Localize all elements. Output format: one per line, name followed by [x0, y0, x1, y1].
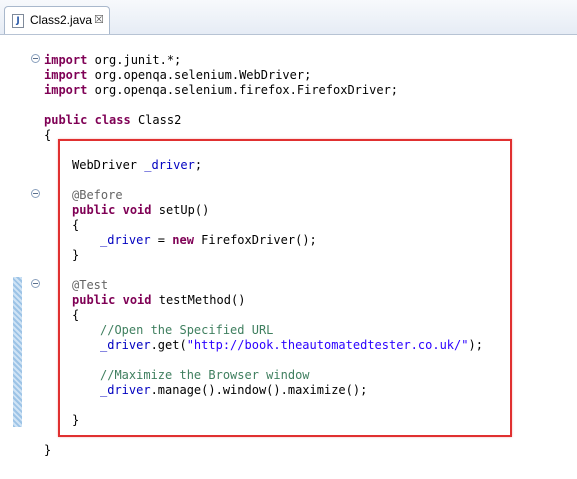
keyword: class [94, 113, 131, 127]
fold-icon[interactable] [31, 279, 40, 288]
change-marker [13, 277, 22, 427]
tab-class2-java[interactable]: J Class2.java ☒ [4, 6, 110, 34]
editor-tab-bar: J Class2.java ☒ [0, 0, 577, 35]
code-line: { [44, 128, 52, 142]
code-text: org.openqa.selenium.firefox.FirefoxDrive… [87, 83, 399, 97]
code-line: import org.openqa.selenium.WebDriver; [44, 68, 311, 83]
java-file-icon: J [12, 14, 24, 28]
code-text: org.junit.*; [87, 53, 182, 67]
code-text: org.openqa.selenium.WebDriver; [87, 68, 312, 82]
code-text: Class2 [130, 113, 182, 127]
close-icon[interactable]: ☒ [94, 13, 104, 26]
code-line: } [44, 443, 52, 457]
code-editor[interactable]: import org.junit.*; import org.openqa.se… [0, 35, 577, 479]
keyword: import [44, 68, 88, 82]
keyword: import [44, 83, 88, 97]
code-line: import org.junit.*; [44, 53, 181, 68]
tab-title: Class2.java [30, 13, 93, 27]
code-line: import org.openqa.selenium.firefox.Firef… [44, 83, 398, 98]
code-line: public class Class2 [44, 113, 181, 128]
fold-icon[interactable] [31, 54, 40, 63]
fold-icon[interactable] [31, 189, 40, 198]
highlight-box [58, 139, 512, 437]
keyword: import [44, 53, 88, 67]
keyword: public [44, 113, 88, 127]
